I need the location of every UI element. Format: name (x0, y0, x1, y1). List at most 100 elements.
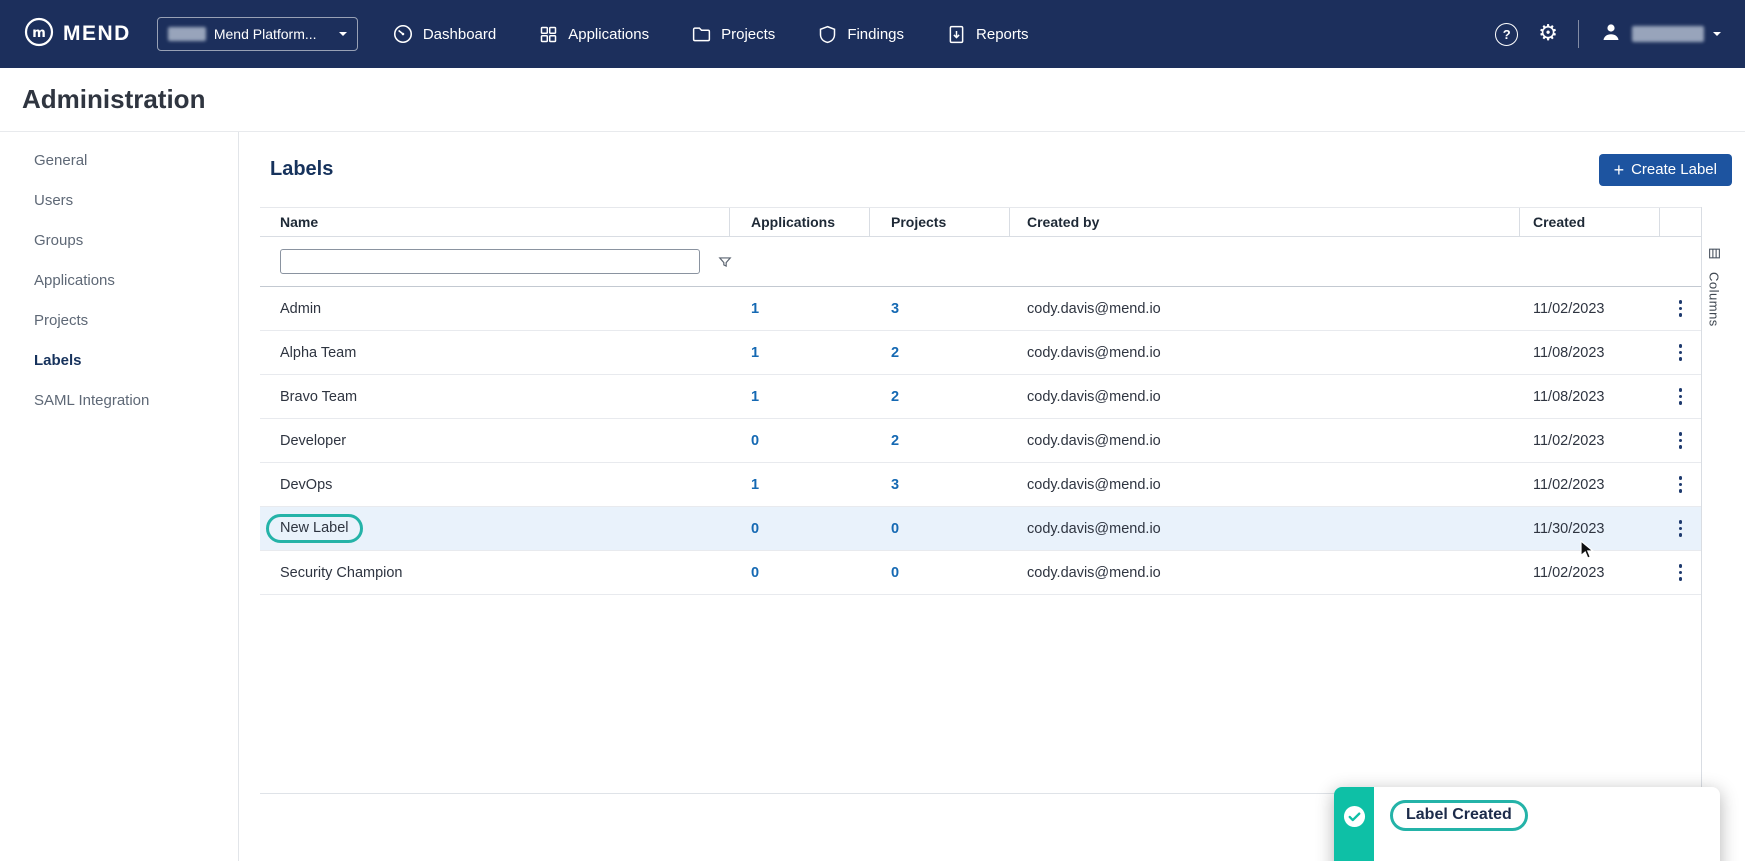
nav-reports[interactable]: Reports (946, 24, 1029, 45)
projects-count-link[interactable]: 3 (891, 477, 899, 493)
toast-notification: Label Created (1334, 787, 1720, 861)
applications-count-link[interactable]: 1 (751, 389, 759, 405)
created-by: cody.davis@mend.io (1010, 419, 1520, 462)
projects-count-link[interactable]: 2 (891, 433, 899, 449)
labels-table: Name Applications Projects Created by Cr… (260, 207, 1702, 840)
sidebar-item-projects[interactable]: Projects (0, 300, 238, 340)
created-date: 11/02/2023 (1520, 419, 1660, 462)
row-actions-menu-icon[interactable] (1673, 516, 1689, 541)
organization-dropdown[interactable]: Mend Platform... (157, 17, 358, 51)
columns-icon (1708, 247, 1721, 265)
gear-icon[interactable]: ⚙ (1538, 23, 1558, 45)
projects-count-link[interactable]: 3 (891, 301, 899, 317)
applications-count-link[interactable]: 1 (751, 301, 759, 317)
label-name: Developer (280, 433, 346, 449)
nav-findings-label: Findings (847, 26, 904, 43)
table-row: Developer 0 2 cody.davis@mend.io 11/02/2… (260, 419, 1701, 463)
svg-text:m: m (32, 26, 46, 41)
table-row: New Label 0 0 cody.davis@mend.io 11/30/2… (260, 507, 1701, 551)
column-header-applications[interactable]: Applications (730, 208, 870, 236)
applications-count-link[interactable]: 0 (751, 521, 759, 537)
created-by: cody.davis@mend.io (1010, 287, 1520, 330)
row-actions-menu-icon[interactable] (1673, 340, 1689, 365)
label-name: DevOps (280, 477, 332, 493)
admin-sidebar: General Users Groups Applications Projec… (0, 132, 239, 861)
table-header-row: Name Applications Projects Created by Cr… (260, 207, 1701, 237)
sidebar-item-labels[interactable]: Labels (0, 340, 238, 380)
dashboard-icon (392, 23, 414, 45)
mend-logo-icon: m (24, 17, 54, 52)
applications-count-link[interactable]: 0 (751, 565, 759, 581)
created-date: 11/02/2023 (1520, 551, 1660, 594)
create-label-button[interactable]: + Create Label (1599, 154, 1732, 186)
topnav-right-cluster: ? ⚙ (1495, 20, 1721, 49)
nav-projects[interactable]: Projects (691, 24, 775, 45)
applications-count-link[interactable]: 1 (751, 345, 759, 361)
column-header-name[interactable]: Name (260, 208, 730, 236)
findings-shield-icon (817, 24, 838, 45)
nav-divider (1578, 20, 1579, 48)
organization-dropdown-label: Mend Platform... (214, 26, 317, 42)
brand-name: MEND (63, 22, 131, 46)
applications-count-link[interactable]: 1 (751, 477, 759, 493)
label-name: Alpha Team (280, 345, 356, 361)
row-actions-menu-icon[interactable] (1673, 428, 1689, 453)
sidebar-item-saml-integration[interactable]: SAML Integration (0, 380, 238, 420)
label-name: Security Champion (280, 565, 403, 581)
labels-content: Labels + Create Label Name Applications … (239, 132, 1745, 861)
mend-logo[interactable]: m MEND (24, 17, 131, 52)
row-actions-menu-icon[interactable] (1673, 560, 1689, 585)
projects-count-link[interactable]: 2 (891, 345, 899, 361)
plus-icon: + (1614, 161, 1625, 179)
nav-projects-label: Projects (721, 26, 775, 43)
app-window: m MEND Mend Platform... Dashboard (0, 0, 1745, 861)
created-date: 11/02/2023 (1520, 287, 1660, 330)
chevron-down-icon (339, 32, 347, 40)
table-row: DevOps 1 3 cody.davis@mend.io 11/02/2023 (260, 463, 1701, 507)
created-date: 11/30/2023 (1520, 507, 1660, 550)
projects-count-link[interactable]: 0 (891, 565, 899, 581)
reports-icon (946, 24, 967, 45)
sidebar-item-groups[interactable]: Groups (0, 220, 238, 260)
row-actions-menu-icon[interactable] (1673, 384, 1689, 409)
user-menu[interactable] (1599, 20, 1721, 49)
created-by: cody.davis@mend.io (1010, 375, 1520, 418)
created-date: 11/08/2023 (1520, 375, 1660, 418)
filter-row (260, 237, 1701, 287)
sidebar-item-users[interactable]: Users (0, 180, 238, 220)
nav-reports-label: Reports (976, 26, 1029, 43)
user-avatar-icon (1599, 20, 1623, 49)
labels-section-title: Labels (270, 158, 333, 181)
columns-panel-toggle[interactable]: Columns (1702, 207, 1726, 840)
sidebar-item-general[interactable]: General (0, 140, 238, 180)
column-header-created[interactable]: Created (1520, 208, 1660, 236)
sidebar-item-applications[interactable]: Applications (0, 260, 238, 300)
nav-applications[interactable]: Applications (538, 24, 649, 45)
create-label-button-label: Create Label (1631, 161, 1717, 178)
projects-folder-icon (691, 24, 712, 45)
created-by: cody.davis@mend.io (1010, 331, 1520, 374)
redacted-username (1632, 26, 1704, 42)
top-navigation-bar: m MEND Mend Platform... Dashboard (0, 0, 1745, 68)
toast-message: Label Created (1390, 800, 1528, 831)
row-actions-menu-icon[interactable] (1673, 296, 1689, 321)
name-filter-input[interactable] (280, 249, 700, 274)
row-actions-menu-icon[interactable] (1673, 472, 1689, 497)
applications-count-link[interactable]: 0 (751, 433, 759, 449)
page-title: Administration (22, 84, 205, 115)
nav-findings[interactable]: Findings (817, 24, 904, 45)
toast-success-strip (1334, 787, 1374, 861)
projects-count-link[interactable]: 2 (891, 389, 899, 405)
label-name: Bravo Team (280, 389, 357, 405)
column-header-projects[interactable]: Projects (870, 208, 1010, 236)
table-row: Bravo Team 1 2 cody.davis@mend.io 11/08/… (260, 375, 1701, 419)
filter-funnel-icon[interactable] (718, 255, 732, 269)
columns-panel-label: Columns (1707, 272, 1722, 327)
projects-count-link[interactable]: 0 (891, 521, 899, 537)
nav-dashboard[interactable]: Dashboard (392, 23, 496, 45)
table-row: Admin 1 3 cody.davis@mend.io 11/02/2023 (260, 287, 1701, 331)
column-header-created-by[interactable]: Created by (1010, 208, 1520, 236)
applications-icon (538, 24, 559, 45)
help-icon[interactable]: ? (1495, 23, 1518, 46)
created-date: 11/08/2023 (1520, 331, 1660, 374)
